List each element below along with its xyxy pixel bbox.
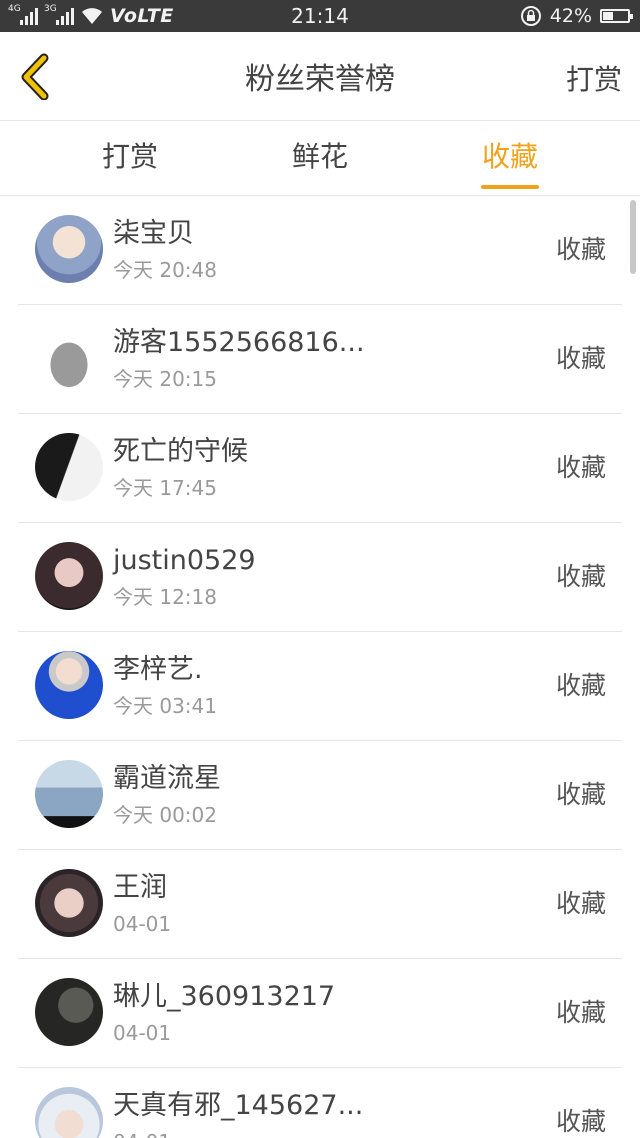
user-name: justin0529 (113, 545, 256, 576)
timestamp: 04-01 (113, 1021, 172, 1045)
tab-reward[interactable]: 打赏 (70, 137, 190, 177)
battery-icon (600, 9, 633, 23)
list-item[interactable]: 琳儿_360913217 04-01 收藏 (18, 959, 622, 1068)
favorite-label: 收藏 (555, 671, 606, 700)
favorite-label: 收藏 (555, 780, 606, 809)
status-bar-right: 42% (520, 4, 633, 28)
user-name: 琳儿_360913217 (113, 981, 336, 1012)
favorite-label: 收藏 (555, 344, 606, 373)
timestamp: 今天 00:02 (113, 803, 217, 827)
list-item[interactable]: 死亡的守候 今天 17:45 收藏 (18, 414, 622, 523)
favorite-label: 收藏 (555, 235, 606, 264)
user-name: 游客1552566816... (113, 327, 365, 358)
page-title: 粉丝荣誉榜 (245, 62, 395, 97)
scrollbar[interactable] (630, 200, 636, 274)
status-bar: 4G 3G VoLTE 21:14 42% (0, 0, 640, 32)
app-header: 粉丝荣誉榜 打赏 (0, 32, 640, 121)
avatar (35, 324, 103, 392)
timestamp: 今天 20:48 (113, 258, 217, 282)
reward-button[interactable]: 打赏 (566, 60, 622, 100)
favorite-label: 收藏 (555, 453, 606, 482)
list-item[interactable]: 王润 04-01 收藏 (18, 850, 622, 959)
user-name: 王润 (113, 872, 167, 903)
list-item[interactable]: 李梓艺. 今天 03:41 收藏 (18, 632, 622, 741)
favorite-label: 收藏 (555, 562, 606, 591)
rotation-lock-icon (520, 6, 541, 26)
avatar (35, 978, 103, 1046)
avatar (35, 433, 103, 501)
user-name: 李梓艺. (113, 654, 203, 685)
favorite-label: 收藏 (555, 889, 606, 918)
user-name: 霸道流星 (113, 763, 221, 794)
avatar (35, 869, 103, 937)
timestamp: 今天 12:18 (113, 585, 217, 609)
avatar (35, 651, 103, 719)
list-item[interactable]: 游客1552566816... 今天 20:15 收藏 (18, 305, 622, 414)
fan-list: 柒宝贝 今天 20:48 收藏 游客1552566816... 今天 20:15… (0, 196, 640, 1138)
timestamp: 04-01 (113, 912, 172, 936)
avatar (35, 542, 103, 610)
timestamp: 今天 17:45 (113, 476, 217, 500)
avatar (35, 1087, 103, 1138)
avatar (35, 215, 103, 283)
favorite-label: 收藏 (555, 998, 606, 1027)
active-tab-indicator (481, 185, 539, 189)
user-name: 死亡的守候 (113, 436, 248, 467)
timestamp: 04-01 (113, 1128, 171, 1138)
tab-flowers[interactable]: 鲜花 (260, 137, 380, 177)
user-name: 天真有邪_145627... (113, 1090, 364, 1121)
list-item[interactable]: 柒宝贝 今天 20:48 收藏 (18, 196, 622, 305)
tab-favorites[interactable]: 收藏 (450, 137, 570, 177)
list-item[interactable]: justin0529 今天 12:18 收藏 (18, 523, 622, 632)
battery-percent: 42% (549, 5, 592, 27)
favorite-label: 收藏 (555, 1107, 606, 1136)
timestamp: 今天 20:15 (113, 367, 217, 391)
avatar (35, 760, 103, 828)
user-name: 柒宝贝 (113, 218, 194, 249)
timestamp: 今天 03:41 (113, 694, 217, 718)
list-item[interactable]: 霸道流星 今天 00:02 收藏 (18, 741, 622, 850)
tab-bar: 打赏 鲜花 收藏 (0, 121, 640, 196)
list-item[interactable]: 天真有邪_145627... 04-01 收藏 (18, 1068, 622, 1138)
